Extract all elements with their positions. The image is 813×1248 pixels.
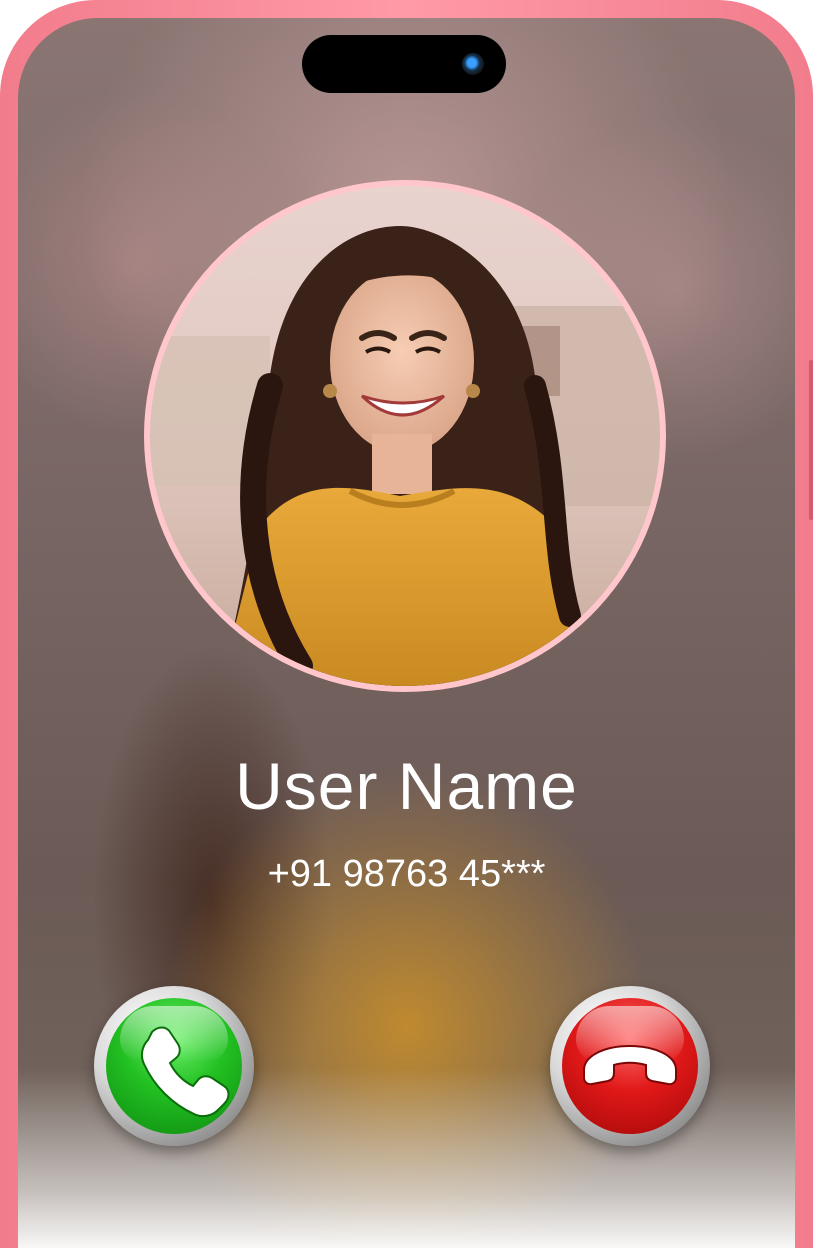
decline-call-button[interactable] [550,986,710,1146]
phone-decline-icon [583,1044,677,1086]
dynamic-island [302,35,506,93]
accept-button-face [106,998,242,1134]
caller-phone-number: +91 98763 45*** [267,853,546,895]
incoming-call-screen: User Name +91 98763 45*** [18,18,795,1248]
side-button [809,360,813,520]
decline-button-face [562,998,698,1134]
phone-frame: User Name +91 98763 45*** [0,0,813,1248]
phone-accept-icon [140,1026,230,1118]
camera-icon [462,53,484,75]
caller-name: User Name [235,749,578,823]
caller-photo [150,186,660,686]
caller-avatar-ring [144,180,666,692]
caller-avatar [150,186,660,686]
accept-call-button[interactable] [94,986,254,1146]
